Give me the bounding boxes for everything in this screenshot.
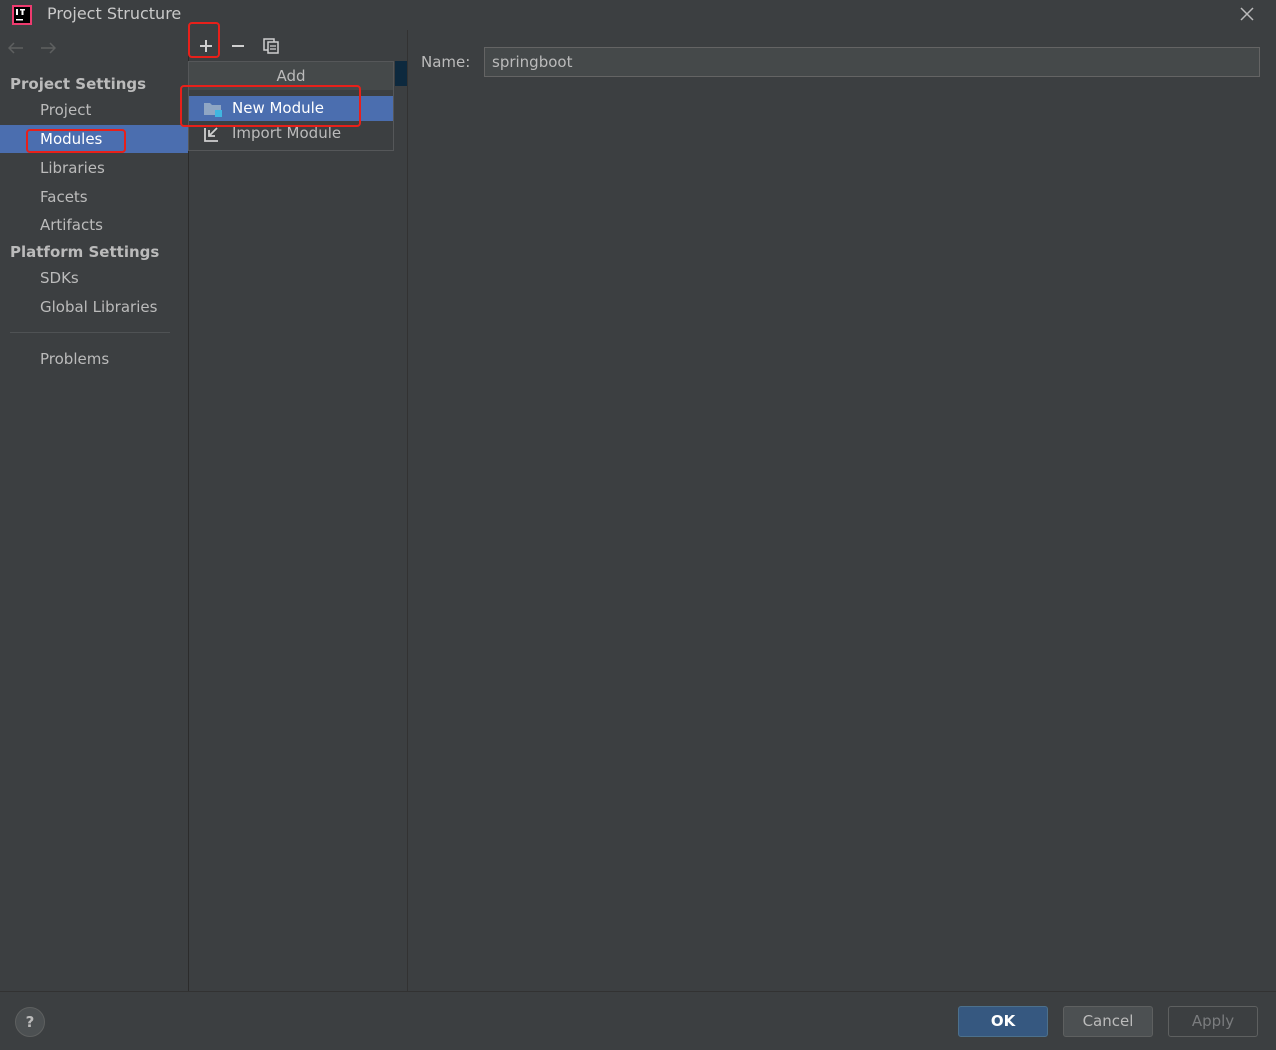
window-title: Project Structure: [47, 4, 182, 23]
module-name-input[interactable]: [484, 47, 1260, 77]
minus-icon: [232, 45, 244, 47]
cancel-button[interactable]: Cancel: [1063, 1006, 1153, 1037]
project-settings-heading: Project Settings: [10, 75, 147, 93]
close-icon: [1240, 7, 1254, 21]
back-button[interactable]: [5, 38, 27, 58]
platform-settings-heading: Platform Settings: [10, 243, 160, 261]
sidebar-item-project[interactable]: Project: [0, 96, 188, 124]
arrow-right-icon: [41, 42, 56, 54]
plus-icon: [200, 40, 212, 52]
add-popup-menu: Add New Module Import Module: [188, 61, 394, 151]
help-button[interactable]: ?: [15, 1007, 45, 1037]
sidebar-item-sdks[interactable]: SDKs: [0, 264, 188, 292]
add-menu-header: Add: [189, 62, 393, 90]
ok-button[interactable]: OK: [958, 1006, 1048, 1037]
import-icon: [204, 127, 218, 142]
sidebar-item-modules[interactable]: Modules: [0, 125, 188, 153]
menu-item-label: New Module: [232, 99, 325, 117]
module-selection-stripe: [395, 61, 407, 86]
sidebar-item-global-libraries[interactable]: Global Libraries: [0, 293, 188, 321]
copy-icon: [263, 38, 279, 54]
title-bar: [0, 0, 1276, 30]
sidebar-item-facets[interactable]: Facets: [0, 183, 188, 211]
apply-button[interactable]: Apply: [1168, 1006, 1258, 1037]
name-label: Name:: [421, 53, 471, 71]
module-folder-icon: [204, 103, 222, 117]
menu-item-label: Import Module: [232, 124, 342, 142]
sidebar-item-artifacts[interactable]: Artifacts: [0, 211, 188, 239]
intellij-logo-icon: [12, 5, 32, 25]
forward-button[interactable]: [37, 38, 59, 58]
sidebar-item-problems[interactable]: Problems: [0, 345, 188, 373]
sidebar-item-libraries[interactable]: Libraries: [0, 154, 188, 182]
menu-item-import-module[interactable]: Import Module: [189, 121, 393, 146]
add-button[interactable]: [194, 34, 218, 58]
sidebar-divider: [10, 332, 170, 333]
module-details-panel: [408, 30, 1276, 991]
remove-button[interactable]: [226, 34, 250, 58]
close-button[interactable]: [1234, 2, 1260, 26]
module-list-panel: [189, 30, 408, 991]
menu-item-new-module[interactable]: New Module: [189, 96, 393, 121]
copy-button[interactable]: [259, 34, 283, 58]
arrow-left-icon: [8, 42, 23, 54]
